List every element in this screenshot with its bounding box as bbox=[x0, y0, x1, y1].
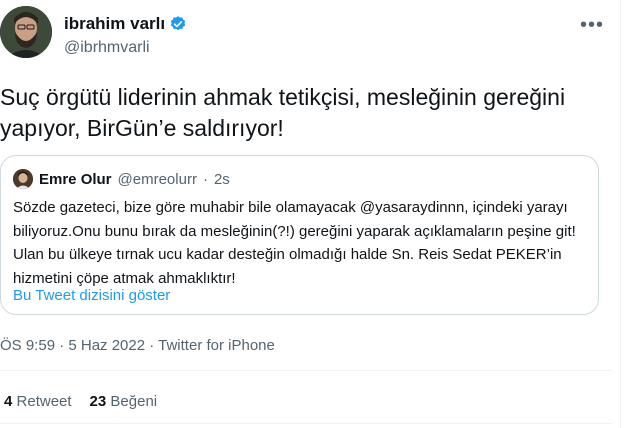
quoted-timestamp[interactable]: 2s bbox=[214, 171, 230, 188]
quoted-tweet[interactable]: Emre Olur @emreolurr · 2s Sözde gazeteci… bbox=[0, 155, 599, 315]
quoted-tweet-text: Sözde gazeteci, bize göre muhabir bile o… bbox=[13, 199, 576, 287]
divider bbox=[0, 423, 612, 424]
author-avatar-image bbox=[0, 6, 52, 58]
tweet-meta[interactable]: ÖS 9:59 · 5 Haz 2022 · Twitter for iPhon… bbox=[0, 337, 275, 354]
show-thread-link[interactable]: Bu Tweet dizisini göster bbox=[13, 287, 170, 304]
author-handle[interactable]: @ibrhmvarli bbox=[64, 39, 150, 57]
likes-label: Beğeni bbox=[110, 393, 158, 410]
column-border bbox=[620, 0, 621, 428]
quoted-display-name[interactable]: Emre Olur bbox=[39, 171, 112, 188]
tweet-text: Suç örgütü liderinin ahmak tetikçisi, me… bbox=[0, 84, 566, 141]
quoted-separator: · bbox=[202, 170, 208, 188]
tweet-stats: 4 Retweet 23 Beğeni bbox=[4, 393, 157, 410]
author-name-row[interactable]: ibrahim varlı bbox=[64, 14, 187, 34]
quoted-author-avatar[interactable] bbox=[13, 169, 33, 189]
quoted-handle[interactable]: @emreolurr bbox=[118, 171, 197, 188]
likes-stat[interactable]: 23 Beğeni bbox=[90, 393, 158, 410]
retweets-count: 4 bbox=[4, 393, 13, 410]
divider bbox=[0, 370, 612, 371]
author-display-name[interactable]: ibrahim varlı bbox=[64, 14, 165, 34]
verified-badge-icon bbox=[170, 16, 186, 31]
quoted-tweet-header: Emre Olur @emreolurr · 2s bbox=[13, 169, 230, 189]
retweets-label: Retweet bbox=[16, 393, 72, 410]
likes-count: 23 bbox=[89, 393, 107, 410]
more-options-icon[interactable]: ••• bbox=[580, 14, 604, 37]
retweets-stat[interactable]: 4 Retweet bbox=[4, 393, 72, 410]
author-avatar[interactable] bbox=[0, 6, 52, 58]
quoted-author-avatar-image bbox=[13, 169, 33, 189]
